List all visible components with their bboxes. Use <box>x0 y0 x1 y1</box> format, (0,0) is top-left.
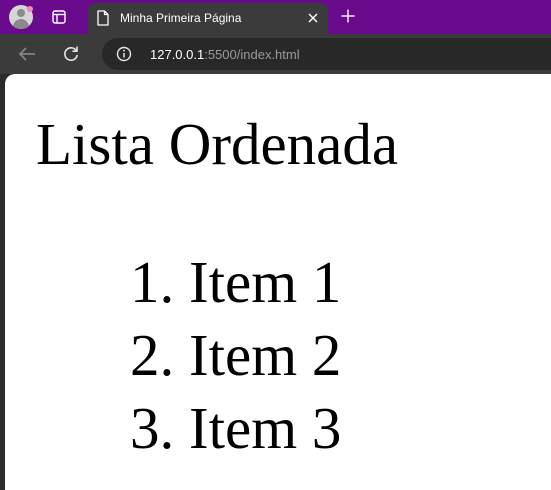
toolbar: 127.0.0.1:5500/index.html <box>0 34 551 74</box>
url-text: 127.0.0.1:5500/index.html <box>150 47 300 62</box>
reload-icon <box>61 44 81 64</box>
list-item-text: Item 1 <box>189 249 342 315</box>
tab-title: Minha Primeira Página <box>120 11 242 25</box>
plus-icon <box>340 8 356 24</box>
page-heading: Lista Ordenada <box>36 111 399 177</box>
info-icon[interactable] <box>116 46 132 62</box>
close-icon[interactable] <box>306 11 320 25</box>
list-item: 3. Item 3 <box>130 392 341 465</box>
back-button[interactable] <box>17 45 37 63</box>
url-path: :5500/index.html <box>204 47 300 62</box>
tab-active[interactable]: Minha Primeira Página <box>88 3 328 34</box>
tab-actions-icon[interactable] <box>50 8 68 26</box>
url-host: 127.0.0.1 <box>150 47 205 62</box>
page-viewport: Lista Ordenada 1. Item 1 2. Item 2 3. It… <box>5 74 551 490</box>
document-icon <box>96 10 110 26</box>
list-item-text: Item 2 <box>189 322 342 388</box>
list-marker: 1. <box>130 249 175 315</box>
ordered-list: 1. Item 1 2. Item 2 3. Item 3 <box>130 246 341 465</box>
list-marker: 2. <box>130 322 175 388</box>
profile-notification-dot <box>27 6 33 12</box>
list-marker: 3. <box>130 395 175 461</box>
address-bar[interactable]: 127.0.0.1:5500/index.html <box>102 38 551 70</box>
tab-strip: Minha Primeira Página <box>0 0 551 34</box>
new-tab-button[interactable] <box>340 8 356 24</box>
list-item: 2. Item 2 <box>130 319 341 392</box>
list-item-text: Item 3 <box>189 395 342 461</box>
browser-window: Minha Primeira Página 127.0.0.1:5500/ind… <box>0 0 551 490</box>
list-item: 1. Item 1 <box>130 246 341 319</box>
arrow-left-icon <box>17 45 37 63</box>
reload-button[interactable] <box>61 44 81 64</box>
